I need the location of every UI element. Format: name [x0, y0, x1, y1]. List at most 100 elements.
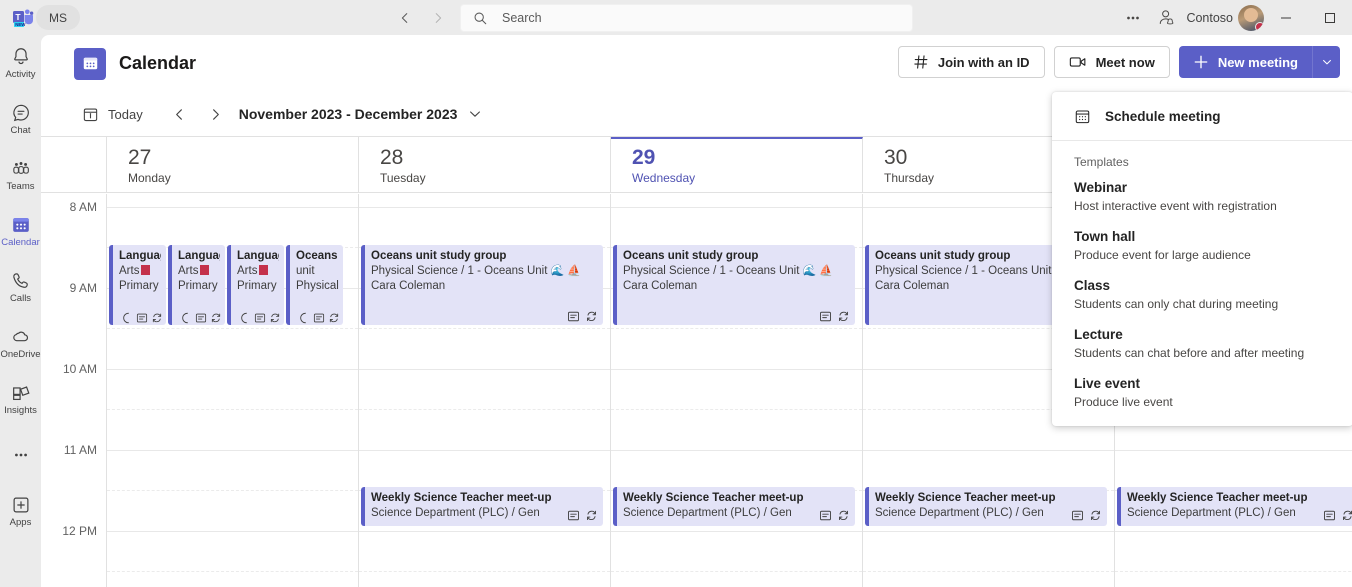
recurring-icon [1089, 509, 1102, 522]
more-icon [10, 444, 32, 466]
svg-text:T: T [15, 12, 21, 22]
event-block[interactable]: Oceans unit study group Physical Science… [361, 245, 603, 325]
notes-icon [567, 509, 580, 522]
event-subtitle: Science Department (PLC) / Generà [1127, 506, 1295, 521]
teams-logo-icon: T NEW [11, 6, 35, 30]
time-label: 10 AM [63, 362, 97, 376]
event-title: Weekly Science Teacher meet-up [623, 491, 850, 506]
event-block[interactable]: Languag Arts Primary [227, 245, 284, 325]
menu-item-live-event[interactable]: Live event Produce live event [1052, 369, 1352, 418]
join-with-id-label: Join with an ID [938, 55, 1030, 70]
notifications-person-button[interactable] [1150, 4, 1184, 32]
template-title: Live event [1074, 375, 1331, 393]
chevron-down-icon [1321, 56, 1333, 68]
app-pill[interactable]: MS [36, 5, 80, 30]
menu-item-town-hall[interactable]: Town hall Produce event for large audien… [1052, 222, 1352, 271]
event-block[interactable]: Languag Arts Primary [168, 245, 225, 325]
search-input[interactable]: Search [460, 4, 913, 32]
titlebar-right-group: Contoso [1116, 0, 1352, 35]
event-subtitle: Science Department (PLC) / Generà [623, 506, 791, 521]
sidebar-item-calendar[interactable]: Calendar [0, 203, 41, 259]
event-block[interactable]: Oceans unit Physical [286, 245, 343, 325]
event-title: Languag [119, 249, 161, 264]
maximize-button[interactable] [1308, 0, 1352, 35]
today-calendar-icon [82, 106, 99, 123]
teams-meeting-icon [299, 312, 310, 324]
event-subtitle: Arts [178, 264, 220, 279]
video-camera-icon [1069, 54, 1087, 70]
menu-item-schedule-meeting[interactable]: Schedule meeting [1052, 98, 1352, 134]
recurring-icon [837, 310, 850, 323]
date-range-dropdown-button[interactable] [461, 100, 489, 128]
event-icons [819, 310, 850, 323]
date-range-label[interactable]: November 2023 - December 2023 [239, 106, 458, 122]
event-block[interactable]: Languag Arts Primary [109, 245, 166, 325]
minimize-button[interactable] [1264, 0, 1308, 35]
event-block[interactable]: Weekly Science Teacher meet-up Science D… [1117, 487, 1352, 526]
menu-item-class[interactable]: Class Students can only chat during meet… [1052, 271, 1352, 320]
bell-icon [10, 46, 32, 68]
sidebar-item-insights[interactable]: Insights [0, 371, 41, 427]
day-name: Monday [128, 171, 358, 185]
event-icons [240, 312, 281, 324]
day-header-wednesday[interactable]: 29 Wednesday [611, 137, 863, 192]
event-title: Oceans [296, 249, 338, 264]
phone-icon [10, 270, 32, 292]
new-meeting-group: New meeting [1179, 46, 1340, 78]
teams-meeting-icon [181, 312, 192, 324]
time-label: 11 AM [64, 443, 97, 457]
new-meeting-dropdown-button[interactable] [1312, 46, 1340, 78]
day-number: 29 [632, 145, 862, 170]
event-block[interactable]: Weekly Science Teacher meet-up Science D… [361, 487, 603, 526]
menu-item-label: Schedule meeting [1105, 109, 1221, 124]
today-button[interactable]: Today [74, 99, 151, 129]
menu-item-lecture[interactable]: Lecture Students can chat before and aft… [1052, 320, 1352, 369]
sidebar-item-label: Activity [5, 69, 35, 80]
sidebar-item-activity[interactable]: Activity [0, 35, 41, 91]
join-with-id-button[interactable]: Join with an ID [898, 46, 1045, 78]
prev-period-button[interactable] [165, 99, 195, 129]
sidebar-item-teams[interactable]: Teams [0, 147, 41, 203]
status-badge [259, 265, 268, 275]
new-meeting-button[interactable]: New meeting [1179, 46, 1312, 78]
sidebar-item-calls[interactable]: Calls [0, 259, 41, 315]
time-label: 8 AM [70, 200, 97, 214]
event-block[interactable]: Weekly Science Teacher meet-up Science D… [865, 487, 1107, 526]
template-description: Students can chat before and after meeti… [1074, 345, 1331, 362]
meet-now-button[interactable]: Meet now [1054, 46, 1170, 78]
recurring-icon [328, 312, 340, 324]
event-organizer: Cara Coleman [371, 279, 598, 294]
menu-item-webinar[interactable]: Webinar Host interactive event with regi… [1052, 173, 1352, 222]
new-meeting-dropdown-menu: Schedule meeting Templates Webinar Host … [1052, 92, 1352, 426]
sidebar-item-onedrive[interactable]: OneDrive [0, 315, 41, 371]
time-label: 12 PM [62, 524, 97, 538]
ellipsis-icon [1124, 9, 1142, 27]
event-block[interactable]: Weekly Science Teacher meet-up Science D… [613, 487, 855, 526]
day-header-tuesday[interactable]: 28 Tuesday [359, 137, 611, 192]
event-block[interactable]: Oceans unit study group Physical Science… [613, 245, 855, 325]
day-number: 27 [128, 145, 358, 170]
calendar-app-header: Calendar Join with an ID Meet now New me… [41, 35, 1352, 92]
back-button[interactable] [392, 5, 418, 31]
page-title: Calendar [119, 53, 196, 74]
template-title: Webinar [1074, 179, 1331, 197]
notes-icon [567, 310, 580, 323]
avatar[interactable] [1238, 5, 1264, 31]
sidebar-item-apps[interactable]: Apps [0, 483, 41, 539]
sidebar-item-more[interactable] [0, 427, 41, 483]
event-icons [181, 312, 222, 324]
minimize-icon [1280, 12, 1292, 24]
chevron-left-icon [398, 11, 412, 25]
day-header-monday[interactable]: 27 Monday [107, 137, 359, 192]
day-name: Wednesday [632, 171, 862, 185]
more-options-button[interactable] [1116, 4, 1150, 32]
sidebar-item-chat[interactable]: Chat [0, 91, 41, 147]
next-period-button[interactable] [201, 99, 231, 129]
template-title: Town hall [1074, 228, 1331, 246]
forward-button[interactable] [425, 5, 451, 31]
time-label: 9 AM [70, 281, 97, 295]
day-name: Tuesday [380, 171, 610, 185]
event-emoji: 🌊 ⛵ [551, 265, 581, 277]
event-title: Weekly Science Teacher meet-up [1127, 491, 1352, 506]
notes-icon [1071, 509, 1084, 522]
